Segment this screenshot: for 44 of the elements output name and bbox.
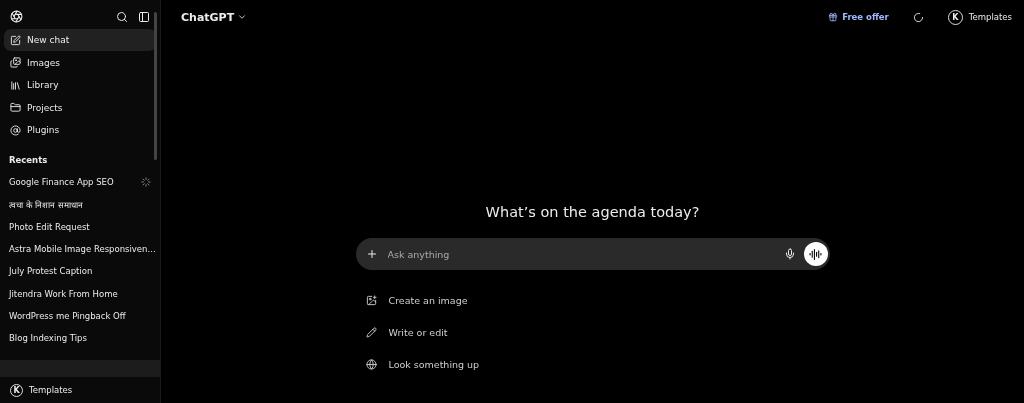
voice-button[interactable] — [803, 242, 828, 266]
plus-icon[interactable] — [365, 248, 378, 260]
logo-icon[interactable] — [10, 10, 23, 23]
nav-item[interactable]: Plugins — [4, 119, 156, 141]
folder-icon — [10, 102, 21, 113]
chat-item[interactable]: त्वचा के निशान समाधान — [0, 193, 160, 216]
model-selector[interactable]: ChatGPT — [181, 10, 248, 24]
chat-item[interactable]: Photo Edit Request — [0, 215, 160, 238]
composer[interactable]: Ask anything — [355, 238, 830, 270]
books-icon — [10, 79, 21, 91]
suggestion-item[interactable]: Create an image — [355, 290, 830, 310]
suggestion-item[interactable]: Write or edit — [355, 322, 830, 342]
chat-item[interactable]: Google Finance App SEO — [0, 171, 160, 194]
gift-icon — [828, 12, 839, 22]
globe-icon — [365, 358, 377, 370]
greeting-heading: What’s on the agenda today? — [485, 204, 700, 220]
chevron-icon — [237, 12, 248, 22]
nav-item[interactable]: Library — [4, 74, 156, 96]
images-icon — [10, 57, 21, 68]
sound-wave-icon — [809, 247, 822, 261]
chat-item[interactable]: Jitendra Work From Home — [0, 282, 160, 305]
search-icon[interactable] — [116, 10, 128, 23]
image-icon — [365, 294, 377, 306]
suggestion-item[interactable]: Look something up — [355, 354, 830, 374]
scrollbar[interactable] — [154, 12, 157, 160]
nav-item[interactable]: Projects — [4, 96, 156, 119]
message-input[interactable]: Ask anything — [385, 247, 776, 261]
account-button[interactable]: K Templates — [947, 8, 1012, 26]
chat-item[interactable]: Astra Mobile Image Responsiven... — [0, 237, 160, 261]
new-chat-icon — [10, 34, 21, 46]
pencil-icon — [365, 326, 377, 338]
chat-item[interactable]: WordPress me Pingback Off — [0, 304, 160, 328]
nav-item[interactable]: New chat — [4, 29, 156, 51]
account-label: Templates — [968, 12, 1012, 22]
chat-item[interactable]: Blog Indexing Tips — [0, 327, 160, 350]
microphone-icon[interactable] — [783, 248, 796, 260]
account-label: Templates — [29, 385, 73, 395]
section-heading: Recents — [8, 155, 49, 165]
nav-item[interactable]: Images — [4, 51, 156, 74]
free-offer-button[interactable]: Free offer — [828, 12, 889, 22]
account-button[interactable]: K Templates — [0, 377, 160, 403]
at-sign-icon — [10, 124, 21, 136]
chat-item[interactable]: July Protest Caption — [0, 260, 160, 283]
sidebar-toggle-icon[interactable] — [138, 10, 150, 23]
